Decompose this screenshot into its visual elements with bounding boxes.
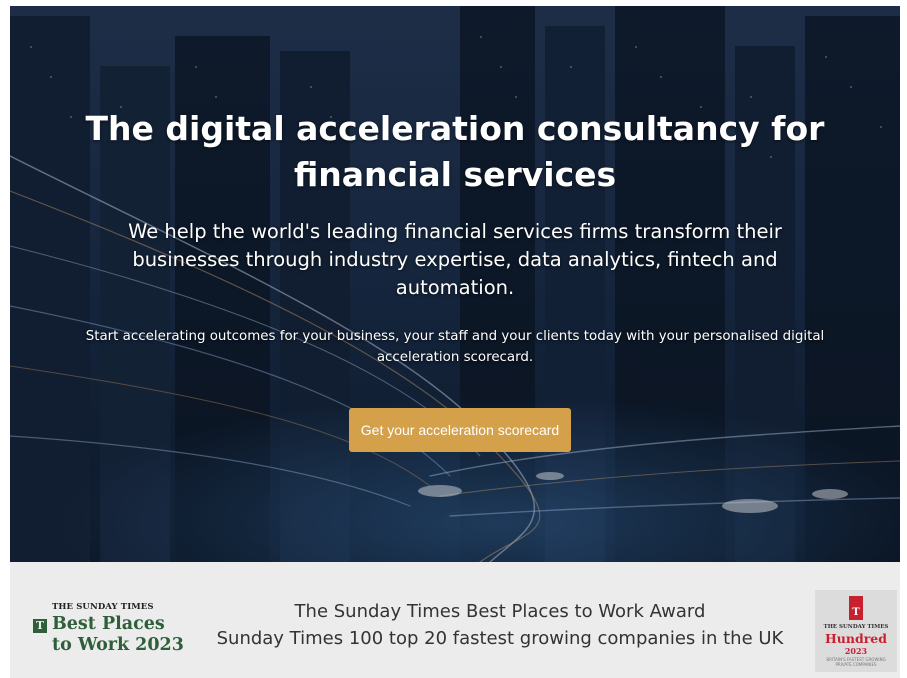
best-places-line2: to Work 2023 bbox=[52, 635, 184, 655]
award-line-hundred: Sunday Times 100 top 20 fastest growing … bbox=[216, 628, 784, 649]
hundred-year: 2023 bbox=[844, 646, 868, 656]
times-t-mark-icon: T bbox=[33, 619, 47, 633]
hundred-tagline: BRITAIN'S FASTEST GROWING PRIVATE COMPAN… bbox=[826, 657, 886, 667]
best-places-publisher: THE SUNDAY TIMES bbox=[52, 602, 154, 612]
hundred-title: Hundred bbox=[824, 631, 887, 646]
best-places-line1: Best Places bbox=[52, 614, 165, 634]
best-places-to-work-logo: THE SUNDAY TIMES T Best Places to Work 2… bbox=[30, 600, 184, 660]
times-t-mark-icon: T bbox=[849, 606, 863, 620]
sunday-times-hundred-logo: T THE SUNDAY TIMES Hundred 2023 BRITAIN'… bbox=[815, 590, 897, 672]
awards-strip: THE SUNDAY TIMES T Best Places to Work 2… bbox=[10, 562, 900, 678]
flag-icon bbox=[849, 596, 863, 606]
page: The digital acceleration consultancy for… bbox=[0, 0, 907, 678]
hero-intro-text: Start accelerating outcomes for your bus… bbox=[85, 329, 825, 365]
get-scorecard-button[interactable]: Get your acceleration scorecard bbox=[349, 408, 571, 452]
hero-banner: The digital acceleration consultancy for… bbox=[10, 6, 900, 562]
hero-content: The digital acceleration consultancy for… bbox=[10, 6, 900, 562]
hero-subheading: We help the world's leading financial se… bbox=[128, 220, 782, 299]
hundred-publisher: THE SUNDAY TIMES bbox=[823, 624, 889, 630]
award-line-best-places: The Sunday Times Best Places to Work Awa… bbox=[294, 601, 706, 622]
award-descriptions: The Sunday Times Best Places to Work Awa… bbox=[190, 598, 810, 652]
hero-headline: The digital acceleration consultancy for… bbox=[85, 109, 825, 194]
